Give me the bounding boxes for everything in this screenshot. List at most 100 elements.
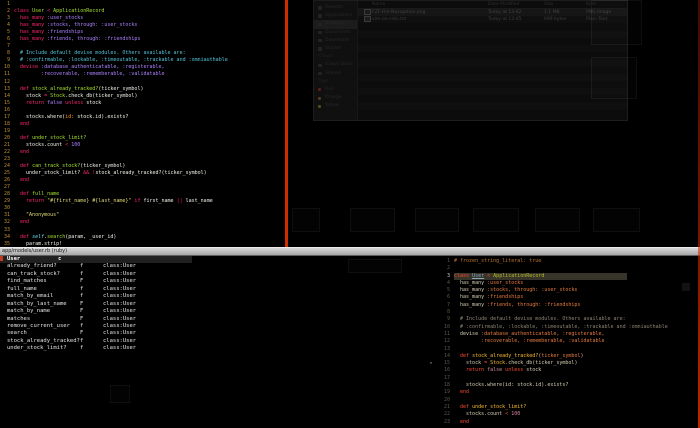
folder-icon	[318, 23, 322, 27]
ghost-finder-window[interactable]: RecentsApplicationsDesktopDocumentsDownl…	[313, 0, 628, 121]
ghost-desktop-icon	[473, 208, 519, 232]
gutter-sign-column	[430, 280, 437, 287]
tag-row[interactable]: matchesFclass:User	[0, 316, 210, 323]
tag-name: remove_current_user	[7, 323, 70, 330]
code-text: return false unless stock	[454, 367, 541, 373]
tag-name: matches	[7, 316, 30, 323]
code-line: 23	[0, 156, 286, 163]
vertical-split-divider[interactable]	[285, 0, 288, 247]
ghost-sidebar-item: Orange	[314, 94, 357, 102]
line-number: 23	[437, 419, 450, 426]
gutter-sign-column	[430, 411, 437, 418]
code-line: 7 has_many :friends, through: :friendshi…	[430, 302, 698, 309]
code-text: has_many :user_stocks	[14, 15, 83, 21]
code-line: 19	[0, 128, 286, 135]
code-editor-top-left[interactable]: 12class User < ApplicationRecord3 has_ma…	[0, 0, 286, 248]
code-line: 14 def stock_already_tracked?(ticker_sym…	[430, 353, 698, 360]
line-number: 18	[437, 382, 450, 389]
ghost-empty-row	[358, 102, 627, 109]
line-number: 17	[437, 375, 450, 382]
tag-kind: f	[80, 271, 83, 278]
line-number: 27	[0, 184, 10, 191]
ghost-file-cell: Today at 13:42	[488, 9, 521, 16]
statusline-filename: app/models/user.rb (ruby)	[2, 248, 67, 254]
ghost-desktop-icon	[292, 208, 320, 232]
line-number: 23	[0, 156, 10, 163]
tag-name: match_by_email	[7, 293, 53, 300]
line-number: 22	[0, 149, 10, 156]
line-number: 22	[437, 411, 450, 418]
line-number: 14	[437, 353, 450, 360]
line-number: 3	[0, 15, 10, 22]
tag-row[interactable]: remove_current_userfclass:User	[0, 323, 210, 330]
code-text: def stock_already_tracked?(ticker_symbol…	[454, 353, 583, 359]
tag-scope: class:User	[103, 308, 136, 315]
code-line: 29 return "#{first_name} #{last_name}" i…	[0, 198, 286, 205]
ghost-sidebar-item: Shared	[314, 70, 357, 78]
code-line: 4 has_many :user_stocks	[430, 280, 698, 287]
tag-row[interactable]: match_by_last_nameFclass:User	[0, 301, 210, 308]
statusline: app/models/user.rb (ruby)	[0, 247, 700, 256]
code-editor-bottom-right[interactable]: 1# frozen_string_literal: true 2 3class …	[430, 258, 698, 428]
ghost-empty-row	[358, 45, 627, 52]
line-number: 13	[437, 346, 450, 353]
line-number: 5	[437, 287, 450, 294]
tag-kind: F	[80, 301, 83, 308]
gutter-sign-column	[430, 273, 437, 280]
column-header-name: Name	[372, 1, 385, 8]
tag-row[interactable]: find_matchesFclass:User	[0, 278, 210, 285]
code-text: end	[14, 177, 29, 183]
code-line: 25 under_stock_limit? && !stock_already_…	[0, 170, 286, 177]
tag-row[interactable]: full_namefclass:User	[0, 286, 210, 293]
tag-kind: F	[80, 308, 83, 315]
ghost-empty-row	[358, 59, 627, 66]
code-line: 19 end	[430, 389, 698, 396]
code-line: 9 # Include default devise modules. Othe…	[430, 316, 698, 323]
gutter-sign-icon: ▸	[430, 360, 437, 367]
tag-row[interactable]: searchFclass:User	[0, 330, 210, 337]
tag-row[interactable]: can_track_stock?fclass:User	[0, 271, 210, 278]
tag-scope: class:User	[103, 338, 136, 345]
tag-kind: c	[58, 256, 61, 263]
line-number: 34	[0, 234, 10, 241]
ghost-sidebar-item: Red	[314, 86, 357, 94]
ghost-empty-row	[358, 88, 627, 95]
code-text: end	[14, 121, 29, 127]
gutter-sign-column	[430, 258, 437, 265]
code-text: end	[454, 419, 469, 425]
code-line: 5 has_many :friendships	[0, 29, 286, 36]
tag-row[interactable]: stock_already_tracked?fclass:User	[0, 338, 210, 345]
ghost-desktop-icon	[415, 208, 459, 232]
code-text: has_many :friends, through: :friendships	[454, 302, 580, 308]
ghost-desktop-icon	[350, 208, 395, 232]
line-number: 19	[0, 128, 10, 135]
ghost-finder-file-list: Name Date Modified Size Kind FZF-File-Na…	[358, 1, 627, 120]
code-text: devise :database_authenticatable, :regis…	[454, 331, 605, 337]
ghost-desktop-icon	[591, 0, 642, 45]
tag-row[interactable]: already_friend?fclass:User	[0, 263, 210, 270]
ghost-finder-column-headers: Name Date Modified Size Kind	[358, 1, 627, 9]
tag-kind: f	[80, 338, 83, 345]
tag-scope: class:User	[103, 301, 136, 308]
tag-kind: F	[80, 316, 83, 323]
line-number: 21	[0, 142, 10, 149]
code-text: class User < ApplicationRecord	[14, 8, 104, 14]
tag-row[interactable]: match_by_nameFclass:User	[0, 308, 210, 315]
code-text: stocks.where(id: stock.id).exists?	[454, 382, 568, 388]
line-number: 26	[0, 177, 10, 184]
tag-kind: f	[80, 293, 83, 300]
code-text: has_many :user_stocks	[454, 280, 523, 286]
ghost-file-cell: vim-on-rails.txt	[372, 16, 406, 23]
ghost-empty-row	[358, 81, 627, 88]
ghost-sidebar-item: iCloud	[314, 53, 357, 61]
ghost-empty-row	[358, 23, 627, 30]
tag-row-selected[interactable]: Userc	[0, 256, 192, 263]
line-number: 16	[0, 107, 10, 114]
tagbar-panel[interactable]: Usercalready_friend?fclass:Usercan_track…	[0, 256, 210, 356]
tag-kind: f	[80, 263, 83, 270]
tag-row[interactable]: match_by_emailfclass:User	[0, 293, 210, 300]
line-number: 4	[0, 22, 10, 29]
tag-row[interactable]: under_stock_limit?fclass:User	[0, 345, 210, 352]
code-line: 22 end	[0, 149, 286, 156]
line-number: 8	[437, 309, 450, 316]
